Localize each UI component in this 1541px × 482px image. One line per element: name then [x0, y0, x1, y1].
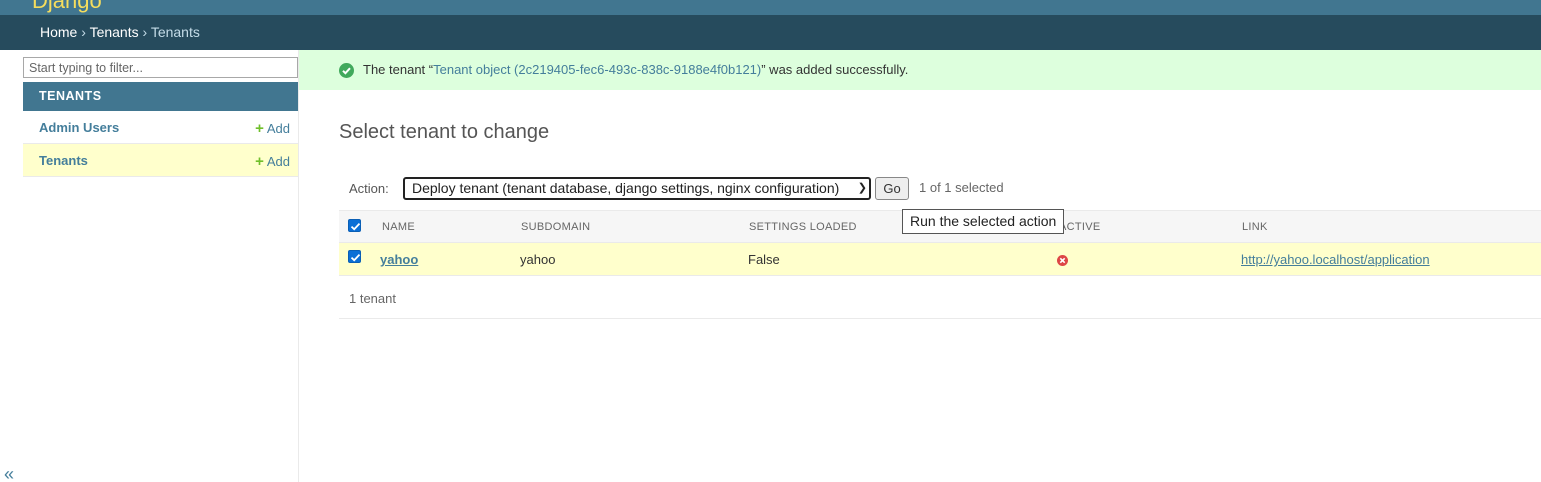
paginator: 1 tenant	[339, 276, 1541, 319]
message-prefix: The tenant “	[363, 62, 434, 77]
sidebar-item-label[interactable]: Admin Users	[39, 120, 119, 135]
site-brand[interactable]: Django	[32, 0, 102, 14]
tenant-link[interactable]: http://yahoo.localhost/application	[1241, 252, 1430, 267]
page-title: Select tenant to change	[339, 121, 550, 143]
module-caption-tenants[interactable]: TENANTS	[23, 82, 298, 111]
nav-filter-input[interactable]	[23, 57, 298, 78]
add-admin-user-link[interactable]: + Add	[255, 120, 290, 137]
tenant-settings-loaded: False	[748, 252, 780, 267]
result-count: 1 tenant	[349, 291, 396, 306]
tenant-subdomain: yahoo	[520, 252, 556, 267]
sidebar-item-admin-users: Admin Users + Add	[23, 111, 298, 144]
message-suffix: ” was added successfully.	[761, 62, 909, 77]
breadcrumb-separator: ›	[81, 24, 86, 40]
sidebar-item-tenants: Tenants + Add	[23, 144, 298, 177]
site-header: Django	[0, 0, 1541, 15]
column-header-active[interactable]: ACTIVE	[1059, 221, 1101, 233]
row-select-checkbox[interactable]	[348, 250, 361, 263]
column-header-name[interactable]: NAME	[382, 221, 415, 233]
go-button-tooltip: Run the selected action	[902, 209, 1065, 234]
column-header-link[interactable]: LINK	[1242, 221, 1268, 233]
sidebar-item-label[interactable]: Tenants	[39, 153, 88, 168]
breadcrumb-app[interactable]: Tenants	[90, 24, 139, 40]
add-label: Add	[266, 121, 290, 136]
breadcrumb: Home › Tenants › Tenants	[0, 15, 1541, 50]
breadcrumb-home[interactable]: Home	[40, 24, 77, 40]
breadcrumb-separator: ›	[142, 24, 148, 40]
chevron-down-icon: ❯	[857, 182, 867, 194]
plus-icon: +	[255, 120, 264, 137]
sidebar-collapse-button[interactable]: «	[4, 464, 14, 482]
inactive-x-icon	[1057, 255, 1068, 266]
selected-count: 1 of 1 selected	[919, 180, 1004, 195]
column-header-subdomain[interactable]: SUBDOMAIN	[521, 221, 590, 233]
actions-bar: Action: Deploy tenant (tenant database, …	[339, 170, 1541, 210]
plus-icon: +	[255, 153, 264, 170]
action-select-value: Deploy tenant (tenant database, django s…	[412, 180, 840, 196]
success-message: The tenant “Tenant object (2c219405-fec6…	[299, 50, 1541, 90]
success-check-icon	[339, 63, 354, 78]
nav-sidebar: TENANTS Admin Users +Add Tenants +Add	[22, 50, 299, 482]
message-object-link[interactable]: Tenant object (2c219405-fec6-493c-838c-9…	[433, 62, 761, 77]
go-button[interactable]: Go	[875, 177, 909, 200]
column-header-settings-loaded[interactable]: SETTINGS LOADED	[749, 221, 857, 233]
select-all-checkbox[interactable]	[348, 219, 361, 232]
action-select[interactable]: Deploy tenant (tenant database, django s…	[403, 177, 871, 200]
action-label: Action:	[349, 181, 389, 196]
add-label: Add	[266, 154, 290, 169]
add-tenant-link[interactable]: + Add	[255, 153, 290, 170]
breadcrumb-current: Tenants	[150, 24, 200, 40]
table-row: yahoo yahoo False http://yahoo.localhost…	[339, 243, 1541, 276]
tenant-name-link[interactable]: yahoo	[380, 252, 418, 267]
